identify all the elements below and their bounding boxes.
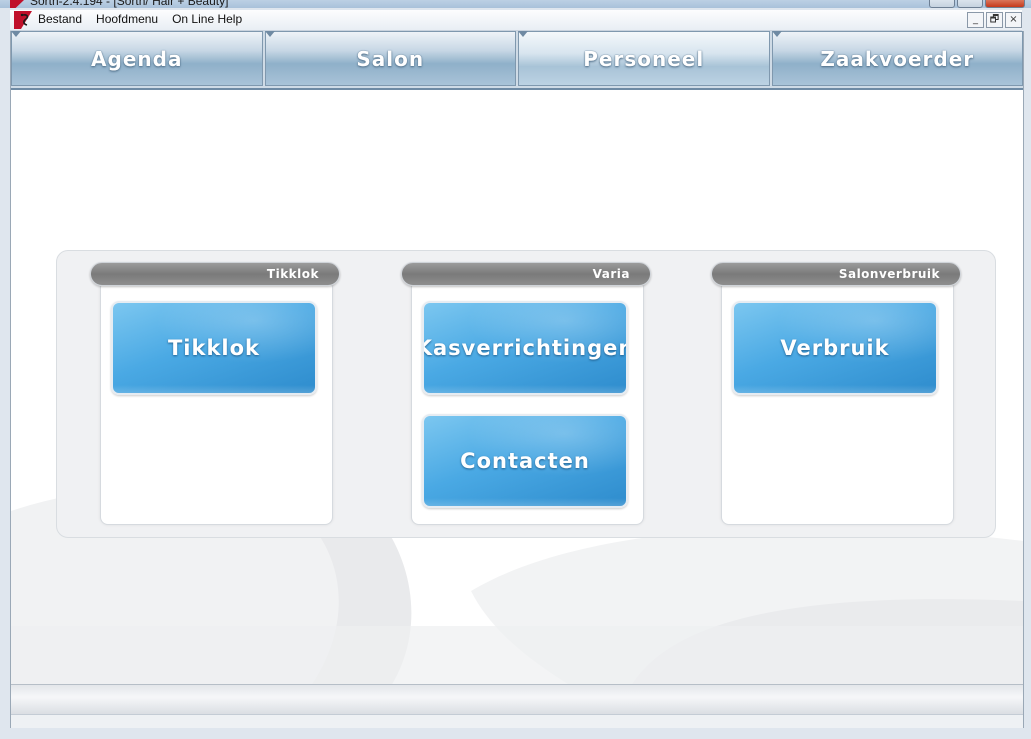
menu-item-bestand[interactable]: Bestand (38, 12, 82, 26)
main-client-area: Agenda Salon Personeel Zaakvoerder Tikkl (10, 31, 1024, 728)
tab-label: Personeel (583, 46, 705, 71)
group-salonverbruik: Salonverbruik Verbruik (711, 262, 961, 525)
tab-label: Agenda (91, 46, 183, 71)
tab-personeel[interactable]: Personeel (518, 31, 770, 86)
group-title: Salonverbruik (838, 267, 940, 281)
personeel-panel: Tikklok Tikklok Varia Kasverrichtingen C… (56, 250, 996, 538)
tab-separator (11, 88, 1023, 90)
mdi-restore-button[interactable]: 🗗 (986, 12, 1003, 28)
group-header: Salonverbruik (711, 262, 961, 286)
menu-items: Bestand Hoofdmenu On Line Help (38, 12, 242, 26)
group-title: Tikklok (266, 267, 319, 281)
button-label: Kasverrichtingen (422, 336, 628, 360)
window-title-bar[interactable]: Sorth-2.4.194 - [Sorth/ Hair + Beauty] (0, 0, 1031, 8)
group-varia: Varia Kasverrichtingen Contacten (401, 262, 651, 525)
menu-item-hoofdmenu[interactable]: Hoofdmenu (96, 12, 158, 26)
main-tabs: Agenda Salon Personeel Zaakvoerder (11, 31, 1023, 88)
mdi-controls: _ 🗗 × (967, 12, 1022, 28)
tab-label: Salon (356, 46, 425, 71)
tab-salon[interactable]: Salon (264, 31, 516, 86)
button-label: Tikklok (167, 336, 261, 360)
tikklok-button[interactable]: Tikklok (111, 301, 317, 395)
mdi-close-button[interactable]: × (1005, 12, 1022, 28)
mdi-minimize-button[interactable]: _ (967, 12, 984, 28)
window-title: Sorth-2.4.194 - [Sorth/ Hair + Beauty] (30, 0, 229, 8)
tab-notch (771, 31, 782, 37)
window-controls (929, 0, 1025, 8)
window-maximize-button[interactable] (957, 0, 983, 8)
button-label: Contacten (460, 449, 590, 473)
kasverrichtingen-button[interactable]: Kasverrichtingen (422, 301, 628, 395)
button-label: Verbruik (780, 336, 890, 360)
tab-notch (518, 31, 528, 37)
contacten-button[interactable]: Contacten (422, 414, 628, 508)
tab-notch (11, 31, 21, 37)
menu-item-online-help[interactable]: On Line Help (172, 12, 242, 26)
bottom-bar (11, 684, 1023, 715)
bottom-edge (11, 714, 1023, 728)
window-minimize-button[interactable] (929, 0, 955, 8)
tab-notch (264, 31, 275, 37)
group-header: Varia (401, 262, 651, 286)
verbruik-button[interactable]: Verbruik (732, 301, 938, 395)
window-close-button[interactable] (985, 0, 1025, 8)
tab-label: Zaakvoerder (820, 46, 975, 71)
tab-agenda[interactable]: Agenda (11, 31, 263, 86)
app-logo-icon (14, 11, 32, 29)
tab-zaakvoerder[interactable]: Zaakvoerder (771, 31, 1023, 86)
group-tikklok: Tikklok Tikklok (90, 262, 340, 525)
menu-bar: Bestand Hoofdmenu On Line Help _ 🗗 × (10, 10, 1022, 31)
group-header: Tikklok (90, 262, 340, 286)
app-logo-icon (10, 0, 24, 8)
group-title: Varia (592, 267, 630, 281)
